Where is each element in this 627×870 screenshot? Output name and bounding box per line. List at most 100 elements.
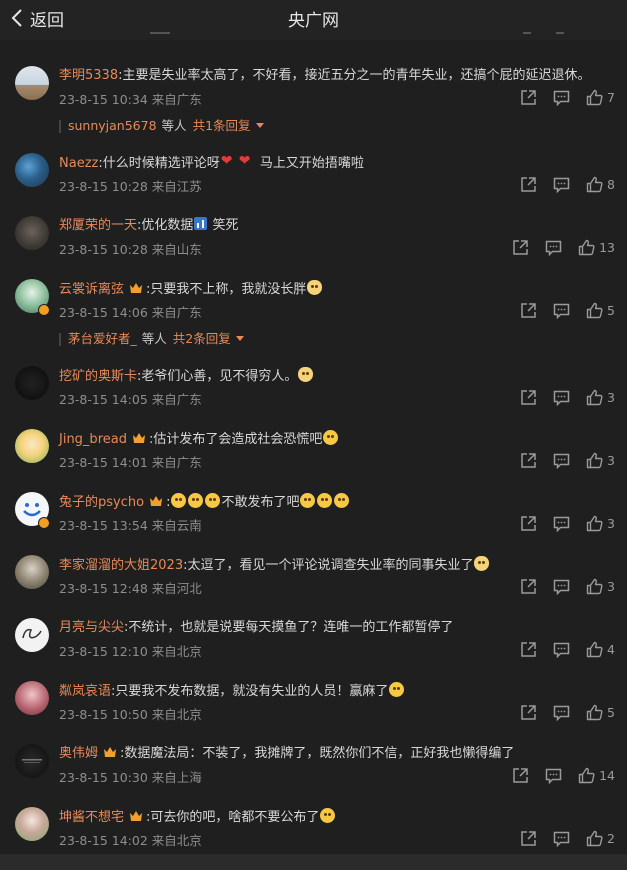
avatar[interactable] bbox=[15, 216, 49, 250]
comment-username[interactable]: 奥伟姆 bbox=[59, 746, 98, 761]
comment-username[interactable]: Naezz bbox=[59, 156, 98, 171]
comment-icon[interactable] bbox=[553, 704, 570, 721]
comment-time: 23-8-15 13:54 bbox=[59, 518, 148, 533]
script-logo-icon bbox=[22, 628, 42, 639]
thumbs-up-icon[interactable] bbox=[586, 515, 603, 532]
reply-count[interactable]: 共1条回复 bbox=[193, 118, 251, 133]
comment-location: 来自广东 bbox=[151, 455, 202, 470]
comment-icon[interactable] bbox=[553, 176, 570, 193]
reply-username[interactable]: sunnyjan5678 bbox=[68, 118, 157, 133]
share-icon[interactable] bbox=[520, 176, 537, 193]
avatar[interactable] bbox=[15, 681, 49, 715]
like-count: 5 bbox=[607, 704, 615, 720]
comment-text: :估计发布了会造成社会恐慌吧 bbox=[148, 432, 323, 447]
share-icon[interactable] bbox=[512, 767, 529, 784]
thumbs-up-icon[interactable] bbox=[578, 239, 595, 256]
crown-badge-icon bbox=[132, 433, 145, 443]
share-icon[interactable] bbox=[520, 704, 537, 721]
comment-username[interactable]: 李明5338 bbox=[59, 68, 118, 83]
thumbs-up-icon[interactable] bbox=[586, 89, 603, 106]
avatar[interactable] bbox=[15, 618, 49, 652]
thumbs-up-icon[interactable] bbox=[586, 302, 603, 319]
comment-time: 23-8-15 10:30 bbox=[59, 770, 148, 785]
thumbs-up-icon[interactable] bbox=[586, 641, 603, 658]
comment-username[interactable]: 挖矿的奥斯卡 bbox=[59, 369, 137, 384]
comment-time: 23-8-15 10:34 bbox=[59, 92, 148, 107]
speechless-emoji-icon bbox=[334, 493, 350, 508]
thumbs-up-icon[interactable] bbox=[578, 767, 595, 784]
like-count: 3 bbox=[607, 578, 615, 594]
comment-icon[interactable] bbox=[553, 302, 570, 319]
share-icon[interactable] bbox=[520, 830, 537, 847]
comment-icon[interactable] bbox=[553, 641, 570, 658]
reply-username[interactable]: 茅台爱好者_ bbox=[68, 331, 137, 346]
like-count: 8 bbox=[607, 176, 615, 192]
comment-username[interactable]: 李家溜溜的大姐2023 bbox=[59, 558, 183, 573]
comment-icon[interactable] bbox=[553, 389, 570, 406]
share-icon[interactable] bbox=[520, 452, 537, 469]
comment-icon[interactable] bbox=[545, 767, 562, 784]
thumbs-up-icon[interactable] bbox=[586, 452, 603, 469]
share-icon[interactable] bbox=[512, 239, 529, 256]
comment-text: :数据魔法局：不装了，我摊牌了，既然你们不信，正好我也懒得编了 bbox=[120, 746, 515, 761]
comment-time: 23-8-15 14:02 bbox=[59, 833, 148, 848]
comment-location: 来自山东 bbox=[151, 242, 202, 257]
comment-time: 23-8-15 10:28 bbox=[59, 242, 148, 257]
comment-icon[interactable] bbox=[553, 578, 570, 595]
share-icon[interactable] bbox=[520, 302, 537, 319]
comment-username[interactable]: 粼岚哀语 bbox=[59, 684, 111, 699]
share-icon[interactable] bbox=[520, 389, 537, 406]
comment-feed[interactable]: 李明5338:主要是失业率太高了，不好看，接近五分之一的青年失业，还搞个屁的延迟… bbox=[0, 40, 627, 854]
like-count: 3 bbox=[607, 389, 615, 405]
comment-icon[interactable] bbox=[553, 515, 570, 532]
comment-item: 挖矿的奥斯卡:老爷们心善，见不得穷人。 23-8-15 14:05 来自广东 3 bbox=[0, 366, 627, 426]
avatar[interactable] bbox=[15, 153, 49, 187]
share-icon[interactable] bbox=[520, 89, 537, 106]
avatar[interactable] bbox=[15, 555, 49, 589]
thumbs-up-icon[interactable] bbox=[586, 176, 603, 193]
thumbs-up-icon[interactable] bbox=[586, 578, 603, 595]
replies-summary[interactable]: 茅台爱好者_ 等人 共2条回复 bbox=[59, 329, 459, 349]
thumbs-up-icon[interactable] bbox=[586, 830, 603, 847]
avatar[interactable] bbox=[15, 66, 49, 100]
comment-time: 23-8-15 12:10 bbox=[59, 644, 148, 659]
caret-down-icon bbox=[255, 123, 264, 128]
comment-username[interactable]: 兔子的psycho bbox=[59, 495, 144, 510]
comment-icon[interactable] bbox=[553, 830, 570, 847]
comment-text: :主要是失业率太高了，不好看，接近五分之一的青年失业，还搞个屁的延迟退休。 bbox=[118, 68, 591, 83]
comment-time: 23-8-15 14:06 bbox=[59, 305, 148, 320]
thumbs-up-icon[interactable] bbox=[586, 389, 603, 406]
avatar[interactable] bbox=[15, 429, 49, 463]
share-icon[interactable] bbox=[520, 578, 537, 595]
share-icon[interactable] bbox=[520, 641, 537, 658]
comment-username[interactable]: 云裳诉离弦 bbox=[59, 282, 124, 297]
thinking-emoji-icon bbox=[188, 493, 204, 508]
avatar[interactable] bbox=[15, 744, 49, 778]
crown-badge-icon bbox=[104, 747, 117, 757]
comment-username[interactable]: 坤酱不想宅 bbox=[59, 810, 124, 825]
comment-icon[interactable] bbox=[545, 239, 562, 256]
like-count: 3 bbox=[607, 515, 615, 531]
comment-text-tail: 马上又开始捂嘴啦 bbox=[255, 156, 364, 171]
comment-icon[interactable] bbox=[553, 89, 570, 106]
bottom-bar bbox=[0, 854, 627, 870]
replies-summary[interactable]: sunnyjan5678 等人 共1条回复 bbox=[59, 116, 459, 136]
heart-emoji-icon bbox=[239, 153, 255, 170]
laughing-emoji-icon bbox=[323, 430, 339, 445]
comment-icon[interactable] bbox=[553, 452, 570, 469]
comment-username[interactable]: 郑厦荣的一天 bbox=[59, 218, 137, 233]
like-count: 13 bbox=[599, 239, 615, 255]
avatar[interactable] bbox=[15, 366, 49, 400]
comment-text: :可去你的吧，啥都不要公布了 bbox=[146, 810, 320, 825]
comment-location: 来自广东 bbox=[151, 392, 202, 407]
comment-username[interactable]: Jing_bread bbox=[59, 432, 127, 447]
reply-count[interactable]: 共2条回复 bbox=[173, 331, 231, 346]
avatar[interactable] bbox=[15, 807, 49, 841]
thumbs-up-icon[interactable] bbox=[586, 704, 603, 721]
share-icon[interactable] bbox=[520, 515, 537, 532]
like-count: 14 bbox=[599, 767, 615, 783]
verified-badge-icon bbox=[38, 304, 50, 316]
like-count: 5 bbox=[607, 302, 615, 318]
heart-emoji-icon bbox=[221, 153, 237, 170]
comment-username[interactable]: 月亮与尖尖 bbox=[59, 620, 124, 635]
